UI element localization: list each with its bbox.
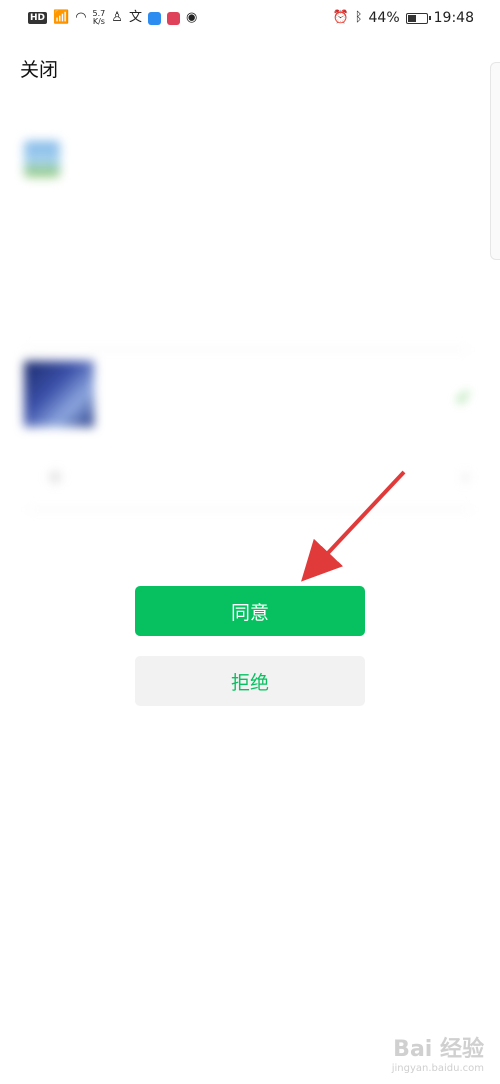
watermark-url: jingyan.baidu.com bbox=[391, 1063, 484, 1074]
arrow-line bbox=[301, 470, 406, 582]
annotation-arrow-icon bbox=[301, 470, 406, 582]
watermark-logo: Bai 经验 bbox=[393, 1037, 484, 1062]
watermark: Bai 经验 jingyan.baidu.com bbox=[392, 1031, 484, 1074]
